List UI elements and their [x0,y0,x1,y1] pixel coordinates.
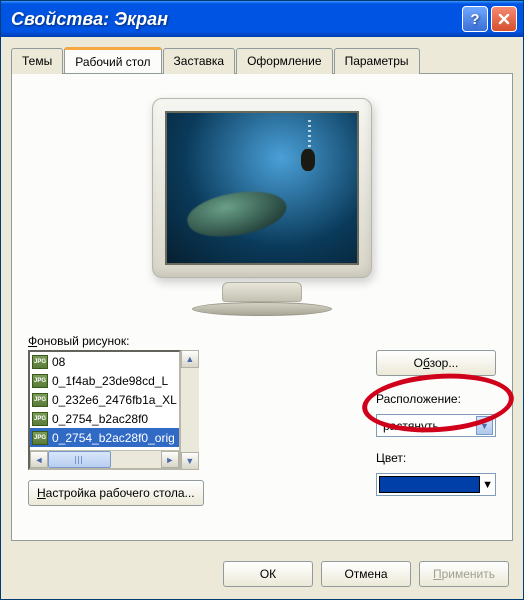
vertical-scrollbar[interactable]: ▲ ▼ [181,350,199,470]
list-item-label: 0_2754_b2ac28f0 [52,412,148,426]
jpg-file-icon: JPG [32,393,48,407]
tab-panel-desktop: Фоновый рисунок: JPG 08 JPG 0_1f4ab_23de98c… [11,73,513,541]
jpg-file-icon: JPG [32,374,48,388]
ok-button[interactable]: ОК [223,561,313,587]
scroll-right-button[interactable]: ► [161,451,179,468]
jpg-file-icon: JPG [32,355,48,369]
wallpaper-preview [165,111,359,265]
apply-button[interactable]: Применить [419,561,509,587]
horizontal-scrollbar[interactable]: ◄ ► [30,450,179,468]
monitor-preview [28,90,496,334]
scroll-down-button[interactable]: ▼ [181,452,199,470]
tab-screensaver[interactable]: Заставка [163,48,236,74]
list-item[interactable]: JPG 0_232e6_2476fb1a_XL [30,390,179,409]
cancel-button[interactable]: Отмена [321,561,411,587]
chevron-down-icon[interactable]: ▼ [482,479,493,491]
list-item-label: 08 [52,355,65,369]
window-title: Свойства: Экран [7,9,462,30]
close-icon [498,13,510,25]
jpg-file-icon: JPG [32,431,48,445]
chevron-down-icon[interactable]: ▼ [476,416,493,435]
scroll-up-button[interactable]: ▲ [181,350,199,368]
tab-appearance[interactable]: Оформление [236,48,332,74]
browse-button[interactable]: Обзор... [376,350,496,376]
list-item-label: 0_1f4ab_23de98cd_L [52,374,168,388]
tabstrip: Темы Рабочий стол Заставка Оформление Па… [11,47,513,73]
color-select[interactable]: ▼ [376,473,496,496]
color-label: Цвет: [376,451,496,465]
list-item[interactable]: JPG 0_2754_b2ac28f0_orig [30,428,179,447]
list-item[interactable]: JPG 08 [30,352,179,371]
scroll-thumb[interactable] [48,451,111,468]
tab-desktop[interactable]: Рабочий стол [64,47,161,73]
help-button[interactable]: ? [462,6,488,32]
list-item-label: 0_2754_b2ac28f0_orig [52,431,175,445]
tab-settings[interactable]: Параметры [334,48,420,74]
list-item[interactable]: JPG 0_1f4ab_23de98cd_L [30,371,179,390]
close-button[interactable] [491,6,517,32]
display-properties-window: Свойства: Экран ? Темы Рабочий стол Заст… [0,0,524,600]
background-label: Фоновый рисунок: [28,334,362,348]
list-item[interactable]: JPG 0_2754_b2ac28f0 [30,409,179,428]
scroll-left-button[interactable]: ◄ [30,451,48,468]
dialog-footer: ОК Отмена Применить [1,551,523,599]
list-item-label: 0_232e6_2476fb1a_XL [52,393,177,407]
background-listbox[interactable]: JPG 08 JPG 0_1f4ab_23de98cd_L JPG 0_232e6_247… [28,350,181,470]
jpg-file-icon: JPG [32,412,48,426]
tab-themes[interactable]: Темы [11,48,63,74]
customize-desktop-button[interactable]: Настройка рабочего стола... [28,480,204,506]
position-select[interactable]: растянуть ▼ [376,414,496,437]
position-value: растянуть [383,419,439,433]
position-label: Расположение: [376,392,496,406]
titlebar[interactable]: Свойства: Экран ? [1,1,523,37]
color-swatch [379,476,480,493]
